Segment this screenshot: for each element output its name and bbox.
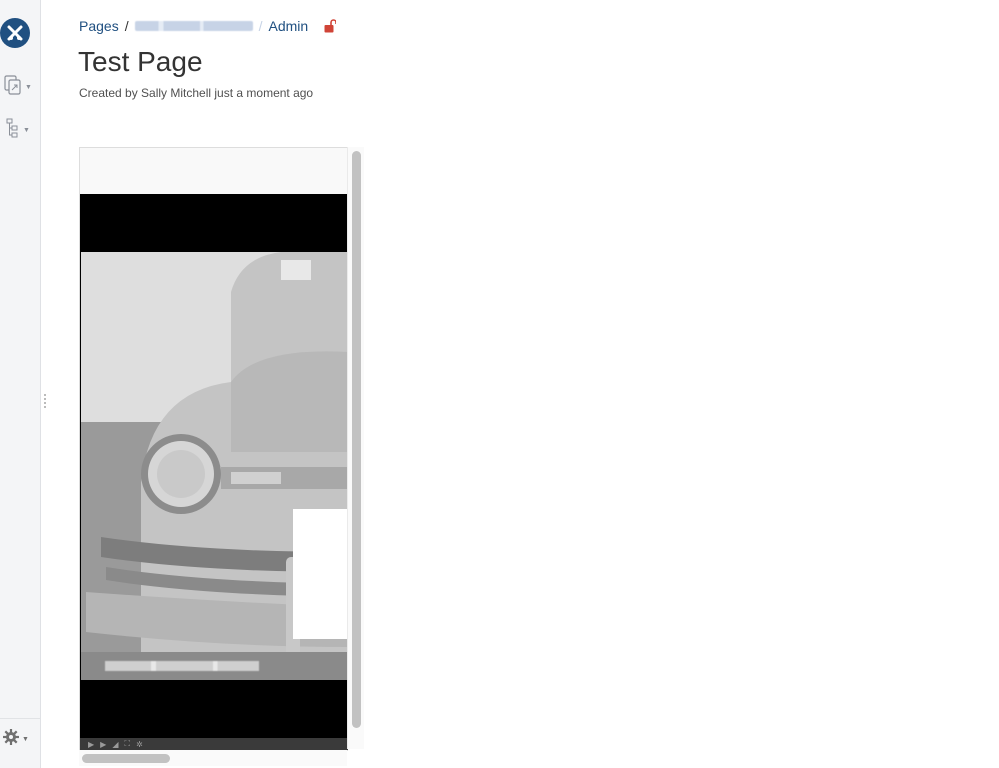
- page-title: Test Page: [78, 46, 203, 77]
- volume-icon[interactable]: ◢: [112, 740, 118, 749]
- sidebar: ▼ ▼ ▼: [0, 0, 41, 768]
- play-icon[interactable]: ▶: [88, 740, 94, 749]
- video-controls: ▶ ▶ ◢ ⛶ ✲: [80, 738, 348, 750]
- confluence-logo-icon[interactable]: [0, 18, 30, 48]
- breadcrumb-pages-link[interactable]: Pages: [79, 18, 119, 34]
- page-tree-button[interactable]: ▼: [4, 118, 36, 143]
- tree-icon: [4, 118, 20, 143]
- video-caption-redacted: [105, 661, 259, 671]
- breadcrumb-separator: /: [124, 18, 129, 34]
- video-frame-image: [81, 252, 348, 680]
- vertical-scrollbar-thumb[interactable]: [352, 151, 361, 728]
- page-byline: Created by Sally Mitchell just a moment …: [79, 86, 314, 100]
- sidebar-resize-handle[interactable]: [44, 394, 48, 408]
- chevron-down-icon: ▼: [23, 126, 30, 134]
- sidebar-divider: [0, 718, 40, 719]
- overlay-panel: [293, 509, 348, 639]
- pages-icon: [4, 74, 22, 100]
- breadcrumb-separator: /: [258, 18, 263, 34]
- settings-button[interactable]: ▼: [2, 728, 29, 751]
- gear-icon: [2, 728, 20, 751]
- breadcrumb-space-link-redacted[interactable]: [134, 21, 253, 31]
- unlocked-restriction-icon[interactable]: [324, 19, 337, 33]
- pages-menu-button[interactable]: ▼: [4, 74, 36, 100]
- chevron-down-icon: ▼: [22, 736, 29, 743]
- vertical-scrollbar[interactable]: [347, 147, 364, 749]
- breadcrumb-admin-link[interactable]: Admin: [268, 18, 308, 34]
- next-icon[interactable]: ▶: [100, 740, 106, 749]
- video-embed[interactable]: ▶ ▶ ◢ ⛶ ✲: [79, 147, 348, 751]
- chevron-down-icon: ▼: [25, 83, 32, 91]
- video-header: [80, 148, 348, 195]
- breadcrumb: Pages / / Admin: [79, 18, 337, 34]
- gear-icon[interactable]: ✲: [136, 740, 143, 749]
- horizontal-scrollbar-thumb[interactable]: [82, 754, 170, 763]
- horizontal-scrollbar[interactable]: [79, 750, 347, 766]
- fullscreen-icon[interactable]: ⛶: [124, 739, 130, 749]
